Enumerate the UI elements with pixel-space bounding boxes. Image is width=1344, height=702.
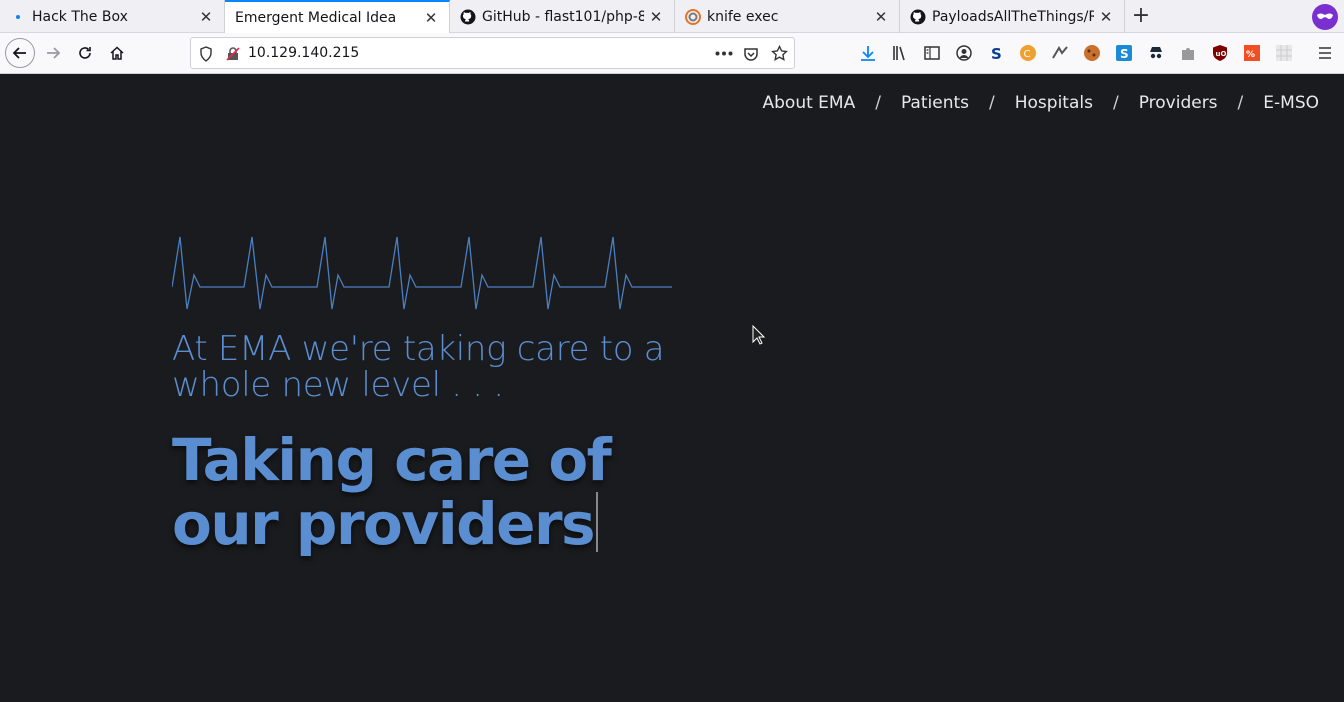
tab-emergent-medical-idea[interactable]: Emergent Medical Idea ✕ [225,0,450,33]
site-navigation: About EMA / Patients / Hospitals / Provi… [763,93,1320,113]
bookmark-star-icon[interactable] [771,45,788,62]
ublock-icon[interactable]: uO [1211,44,1229,62]
tab-title: GitHub - flast101/php-8.1 [482,8,644,25]
close-icon[interactable]: ✕ [648,9,664,25]
heartbeat-line-icon [172,236,672,310]
tab-title: Hack The Box [32,8,128,25]
back-button[interactable] [5,38,35,68]
new-tab-button[interactable]: + [1128,3,1154,29]
nav-separator: / [1237,93,1244,113]
puzzle-extension-icon[interactable] [1179,44,1197,62]
nav-separator: / [989,93,995,113]
page-actions-icon[interactable] [715,51,733,56]
github-icon [910,9,926,25]
close-icon[interactable]: ✕ [423,10,439,26]
grid-extension-icon[interactable] [1275,44,1293,62]
navigation-toolbar: 10.129.140.215 S C S uO % [0,33,1344,74]
close-icon[interactable]: ✕ [198,9,214,25]
hero-headline: Taking care of our providers [172,429,732,556]
hero-headline-text: Taking care of our providers [172,426,612,558]
svg-text:uO: uO [1216,50,1227,58]
private-mask-icon[interactable] [1312,4,1338,30]
tab-knife-exec[interactable]: knife exec ✕ [675,0,900,33]
sidebar-icon[interactable] [923,44,941,62]
svg-text:S: S [991,45,1002,62]
cookie-extension-icon[interactable]: C [1019,44,1037,62]
home-icon [110,46,124,60]
svg-text:%: % [1246,50,1255,60]
back-arrow-icon [12,47,26,59]
forward-arrow-icon [47,47,61,59]
close-icon[interactable]: ✕ [873,9,889,25]
page-content: About EMA / Patients / Hospitals / Provi… [0,75,1344,702]
tagline: At EMA we're taking care to a whole new … [172,329,665,405]
home-button[interactable] [102,38,132,68]
forward-button[interactable] [38,38,68,68]
github-icon [460,9,476,25]
address-bar[interactable]: 10.129.140.215 [190,37,795,69]
insecure-lock-icon[interactable] [225,46,241,62]
svg-text:C: C [1024,49,1031,60]
cookie-editor-icon[interactable] [1083,44,1101,62]
tab-payloadsallthethings[interactable]: PayloadsAllTheThings/Re ✕ [900,0,1125,33]
mouse-pointer-icon [752,325,766,345]
nav-link-about[interactable]: About EMA [763,93,856,113]
reload-icon [79,47,91,59]
pocket-icon[interactable] [743,46,759,62]
svg-text:S: S [1120,47,1129,61]
nav-link-providers[interactable]: Providers [1139,93,1218,113]
url-text[interactable]: 10.129.140.215 [248,45,359,61]
nav-separator: / [1112,93,1119,113]
close-icon[interactable]: ✕ [1098,9,1114,25]
wappalyzer-icon[interactable] [1051,44,1069,62]
tab-strip: Hack The Box ✕ Emergent Medical Idea ✕ G… [0,0,1344,33]
nav-separator: / [875,93,881,113]
library-icon[interactable] [891,44,909,62]
s-extension-icon[interactable]: S [987,44,1005,62]
nav-link-hospitals[interactable]: Hospitals [1015,93,1093,113]
spy-extension-icon[interactable] [1147,44,1165,62]
tab-title: Emergent Medical Idea [235,9,397,26]
dot-icon [10,9,26,25]
tab-title: PayloadsAllTheThings/Re [932,8,1094,25]
typing-caret [596,492,599,552]
hackbar-icon[interactable]: % [1243,44,1261,62]
nav-link-emso[interactable]: E-MSO [1263,93,1319,113]
shield-icon[interactable] [199,46,213,62]
s-square-extension-icon[interactable]: S [1115,44,1133,62]
tab-title: knife exec [707,8,779,25]
hamburger-menu-icon[interactable] [1316,44,1334,62]
downloads-icon[interactable] [859,44,877,62]
nav-link-patients[interactable]: Patients [901,93,969,113]
tab-hack-the-box[interactable]: Hack The Box ✕ [0,0,225,33]
reload-button[interactable] [70,38,100,68]
tab-github-php[interactable]: GitHub - flast101/php-8.1 ✕ [450,0,675,33]
account-icon[interactable] [955,44,973,62]
chef-icon [685,8,701,25]
